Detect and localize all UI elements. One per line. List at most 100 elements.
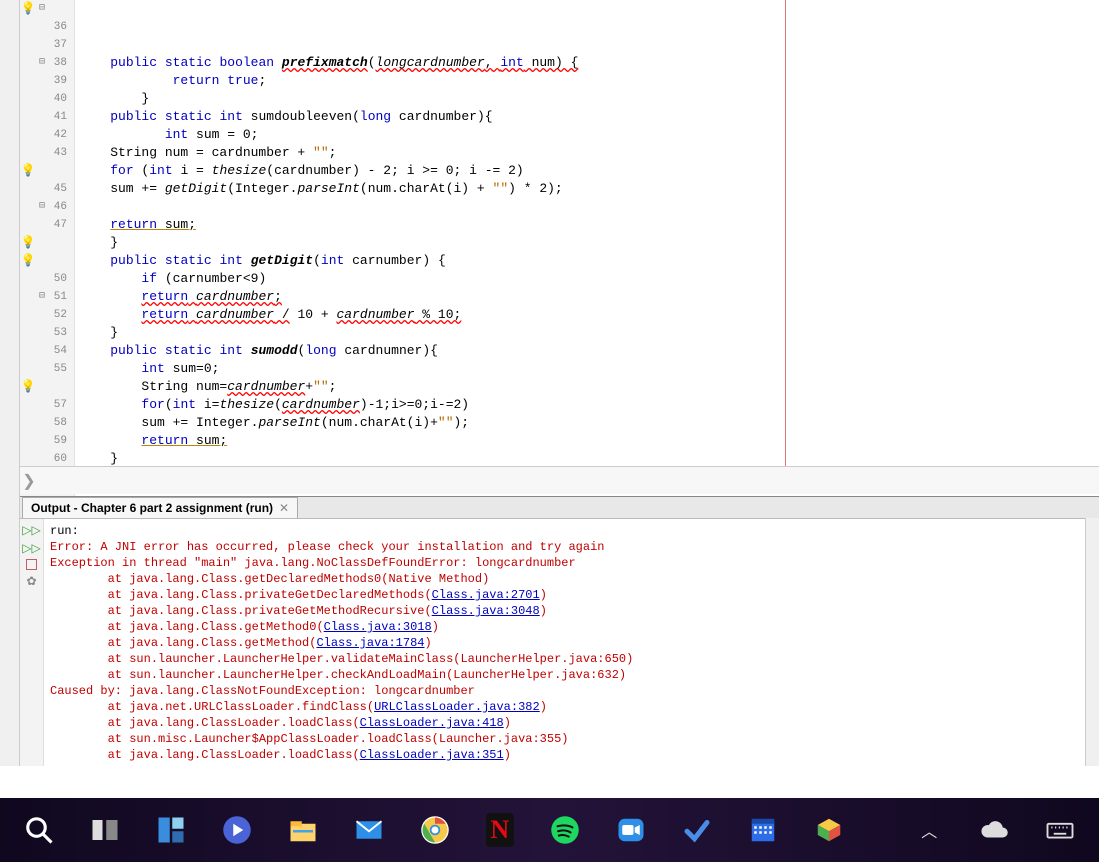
code-line[interactable]: String num = cardnumber + ""; bbox=[75, 144, 1099, 162]
settings-icon[interactable]: ✿ bbox=[26, 574, 36, 588]
code-line[interactable]: return cardnumber / 10 + cardnumber % 10… bbox=[75, 306, 1099, 324]
line-number: 54 bbox=[48, 342, 70, 360]
warning-bulb-icon[interactable]: 💡 bbox=[21, 234, 36, 252]
code-line[interactable]: return true; bbox=[75, 72, 1099, 90]
line-number: 43 bbox=[48, 144, 70, 162]
code-line[interactable]: return sum; bbox=[75, 432, 1099, 450]
fold-toggle-icon[interactable]: ⊟ bbox=[36, 288, 48, 306]
warning-bulb-icon[interactable]: 💡 bbox=[21, 252, 36, 270]
gutter-row: 47 bbox=[20, 216, 74, 234]
output-vertical-scrollbar[interactable] bbox=[1085, 518, 1099, 766]
code-line[interactable]: String num=cardnumber+""; bbox=[75, 378, 1099, 396]
stacktrace-link[interactable]: Class.java:3018 bbox=[324, 620, 432, 634]
duo-icon[interactable] bbox=[222, 813, 252, 847]
fold-toggle-icon[interactable]: ⊟ bbox=[36, 0, 48, 18]
line-number: 39 bbox=[48, 72, 70, 90]
code-line[interactable]: int sum = 0; bbox=[75, 126, 1099, 144]
console-line: at java.lang.ClassLoader.loadClass(Class… bbox=[50, 715, 1093, 731]
stacktrace-link[interactable]: Class.java:2701 bbox=[432, 588, 540, 602]
output-tab-label: Output - Chapter 6 part 2 assignment (ru… bbox=[31, 501, 273, 515]
console-line: at java.lang.Class.privateGetDeclaredMet… bbox=[50, 587, 1093, 603]
task-view-icon[interactable] bbox=[90, 813, 120, 847]
code-editor[interactable]: 💡⊟3637⊟383940414243💡45⊟4647💡💡50⊟51525354… bbox=[20, 0, 1099, 496]
code-line[interactable]: if (carnumber<9) bbox=[75, 270, 1099, 288]
gutter-row: 37 bbox=[20, 36, 74, 54]
stacktrace-link[interactable]: ClassLoader.java:418 bbox=[360, 716, 504, 730]
search-icon[interactable] bbox=[24, 813, 54, 847]
gutter-row: 39 bbox=[20, 72, 74, 90]
gutter-row: 💡 bbox=[20, 378, 74, 396]
code-line[interactable]: public static int sumdoubleeven(long car… bbox=[75, 108, 1099, 126]
console-line: run: bbox=[50, 523, 1093, 539]
output-tab[interactable]: Output - Chapter 6 part 2 assignment (ru… bbox=[22, 497, 298, 518]
stacktrace-link[interactable]: URLClassLoader.java:382 bbox=[374, 700, 540, 714]
gutter-row: 💡 bbox=[20, 252, 74, 270]
chrome-icon[interactable] bbox=[420, 813, 450, 847]
output-gutter: ▷▷ ▷▷ ✿ bbox=[20, 519, 44, 766]
fold-toggle-icon[interactable]: ⊟ bbox=[36, 54, 48, 72]
console-line: Error: A JNI error has occurred, please … bbox=[50, 539, 1093, 555]
stacktrace-link[interactable]: ClassLoader.java:351 bbox=[360, 748, 504, 762]
console-line: at java.lang.Class.getMethod(Class.java:… bbox=[50, 635, 1093, 651]
code-line[interactable] bbox=[75, 198, 1099, 216]
gutter-row: 50 bbox=[20, 270, 74, 288]
mail-icon[interactable] bbox=[354, 813, 384, 847]
close-icon[interactable]: ✕ bbox=[279, 501, 289, 515]
output-text[interactable]: run:Error: A JNI error has occurred, ple… bbox=[44, 519, 1099, 766]
gutter-row: 54 bbox=[20, 342, 74, 360]
line-number: 50 bbox=[48, 270, 70, 288]
console-line: at java.net.URLClassLoader.findClass(URL… bbox=[50, 699, 1093, 715]
rerun-step-icon[interactable]: ▷▷ bbox=[22, 541, 40, 555]
zoom-icon[interactable] bbox=[616, 813, 646, 847]
line-number: 47 bbox=[48, 216, 70, 234]
line-number: 46 bbox=[48, 198, 70, 216]
code-line[interactable]: return cardnumber; bbox=[75, 288, 1099, 306]
code-line[interactable]: public static int getDigit(int carnumber… bbox=[75, 252, 1099, 270]
gutter-row: ⊟51 bbox=[20, 288, 74, 306]
spotify-icon[interactable] bbox=[550, 813, 580, 847]
code-line[interactable]: public static boolean prefixmatch(longca… bbox=[75, 54, 1099, 72]
rerun-icon[interactable]: ▷▷ bbox=[22, 523, 40, 537]
gutter-row: 💡 bbox=[20, 162, 74, 180]
widgets-icon[interactable] bbox=[156, 813, 186, 847]
warning-bulb-icon[interactable]: 💡 bbox=[21, 162, 36, 180]
console-line: Exception in thread "main" java.lang.NoC… bbox=[50, 555, 1093, 571]
gutter-row: 45 bbox=[20, 180, 74, 198]
code-line[interactable]: sum += getDigit(Integer.parseInt(num.cha… bbox=[75, 180, 1099, 198]
todo-icon[interactable] bbox=[682, 813, 712, 847]
calendar-icon[interactable] bbox=[748, 813, 778, 847]
code-line[interactable]: for (int i = thesize(cardnumber) - 2; i … bbox=[75, 162, 1099, 180]
cloud-icon[interactable] bbox=[979, 813, 1009, 847]
keyboard-icon[interactable] bbox=[1045, 813, 1075, 847]
box-app-icon[interactable] bbox=[814, 813, 844, 847]
tray-chevron-icon[interactable]: ︿ bbox=[916, 813, 944, 847]
stacktrace-link[interactable]: Class.java:1784 bbox=[316, 636, 424, 650]
code-content[interactable]: public static boolean prefixmatch(longca… bbox=[75, 0, 1099, 496]
gutter-row: 💡⊟ bbox=[20, 0, 74, 18]
code-line[interactable]: } bbox=[75, 324, 1099, 342]
taskbar: N ︿ bbox=[0, 798, 1099, 862]
netflix-icon[interactable]: N bbox=[486, 813, 514, 847]
warning-bulb-icon[interactable]: 💡 bbox=[21, 0, 36, 18]
code-line[interactable]: int sum=0; bbox=[75, 360, 1099, 378]
warning-bulb-icon[interactable]: 💡 bbox=[21, 378, 36, 396]
output-panel: Output - Chapter 6 part 2 assignment (ru… bbox=[20, 496, 1099, 766]
scroll-left-icon[interactable]: ❯ bbox=[20, 471, 38, 491]
code-line[interactable]: sum += Integer.parseInt(num.charAt(i)+""… bbox=[75, 414, 1099, 432]
code-line[interactable]: } bbox=[75, 234, 1099, 252]
editor-left-strip bbox=[0, 0, 20, 496]
editor-horizontal-scrollbar[interactable]: ❯ bbox=[20, 466, 1099, 494]
stop-icon[interactable] bbox=[26, 559, 37, 570]
code-line[interactable]: } bbox=[75, 90, 1099, 108]
console-line: at java.lang.Class.privateGetMethodRecur… bbox=[50, 603, 1093, 619]
line-number: 38 bbox=[48, 54, 70, 72]
stacktrace-link[interactable]: Class.java:3048 bbox=[432, 604, 540, 618]
output-left-strip bbox=[0, 496, 20, 766]
console-line: at java.lang.Class.getMethod0(Class.java… bbox=[50, 619, 1093, 635]
fold-toggle-icon[interactable]: ⊟ bbox=[36, 198, 48, 216]
gutter-row: 💡 bbox=[20, 234, 74, 252]
code-line[interactable]: for(int i=thesize(cardnumber)-1;i>=0;i-=… bbox=[75, 396, 1099, 414]
code-line[interactable]: public static int sumodd(long cardnumner… bbox=[75, 342, 1099, 360]
code-line[interactable]: return sum; bbox=[75, 216, 1099, 234]
file-explorer-icon[interactable] bbox=[288, 813, 318, 847]
